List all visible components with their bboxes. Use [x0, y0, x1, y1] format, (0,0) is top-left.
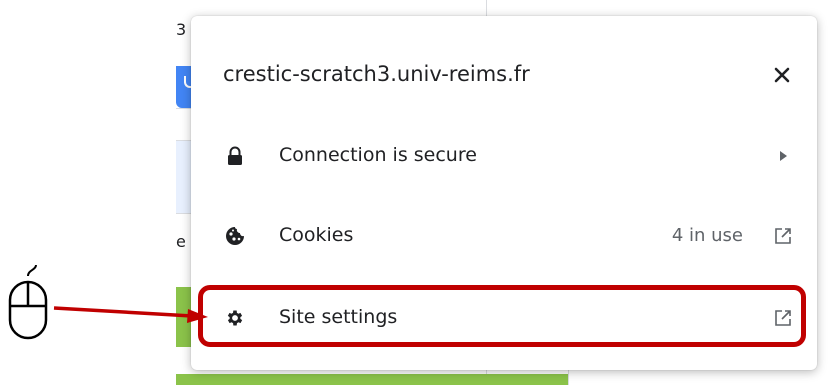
cookies-label: Cookies	[279, 224, 354, 246]
background-partial-text-mid: e	[176, 232, 186, 251]
computer-mouse-icon	[8, 264, 48, 340]
close-icon	[774, 67, 790, 83]
cookies-count: 4 in use	[671, 225, 743, 246]
site-domain-title: crestic-scratch3.univ-reims.fr	[223, 62, 530, 86]
background-green-bar	[176, 374, 568, 385]
chevron-right-icon	[773, 146, 793, 166]
lock-icon	[225, 146, 245, 166]
close-button[interactable]	[767, 60, 797, 90]
site-info-popup: crestic-scratch3.univ-reims.fr Connectio…	[191, 16, 817, 370]
popup-header: crestic-scratch3.univ-reims.fr	[191, 16, 817, 136]
external-link-icon[interactable]	[773, 226, 793, 246]
site-settings-item[interactable]: Site settings	[191, 286, 817, 350]
pointer-arrow	[53, 306, 208, 323]
cookie-icon	[225, 226, 245, 246]
cookies-item[interactable]: Cookies 4 in use	[191, 204, 817, 268]
external-link-icon[interactable]	[773, 308, 793, 328]
connection-security-item[interactable]: Connection is secure	[191, 124, 817, 188]
screenshot-stage: 3 e crestic-scratch3.univ-reims.fr Conne…	[0, 0, 832, 385]
site-settings-label: Site settings	[279, 306, 398, 328]
connection-label: Connection is secure	[279, 144, 477, 166]
background-partial-text: 3	[176, 20, 187, 39]
gear-icon	[225, 308, 245, 328]
